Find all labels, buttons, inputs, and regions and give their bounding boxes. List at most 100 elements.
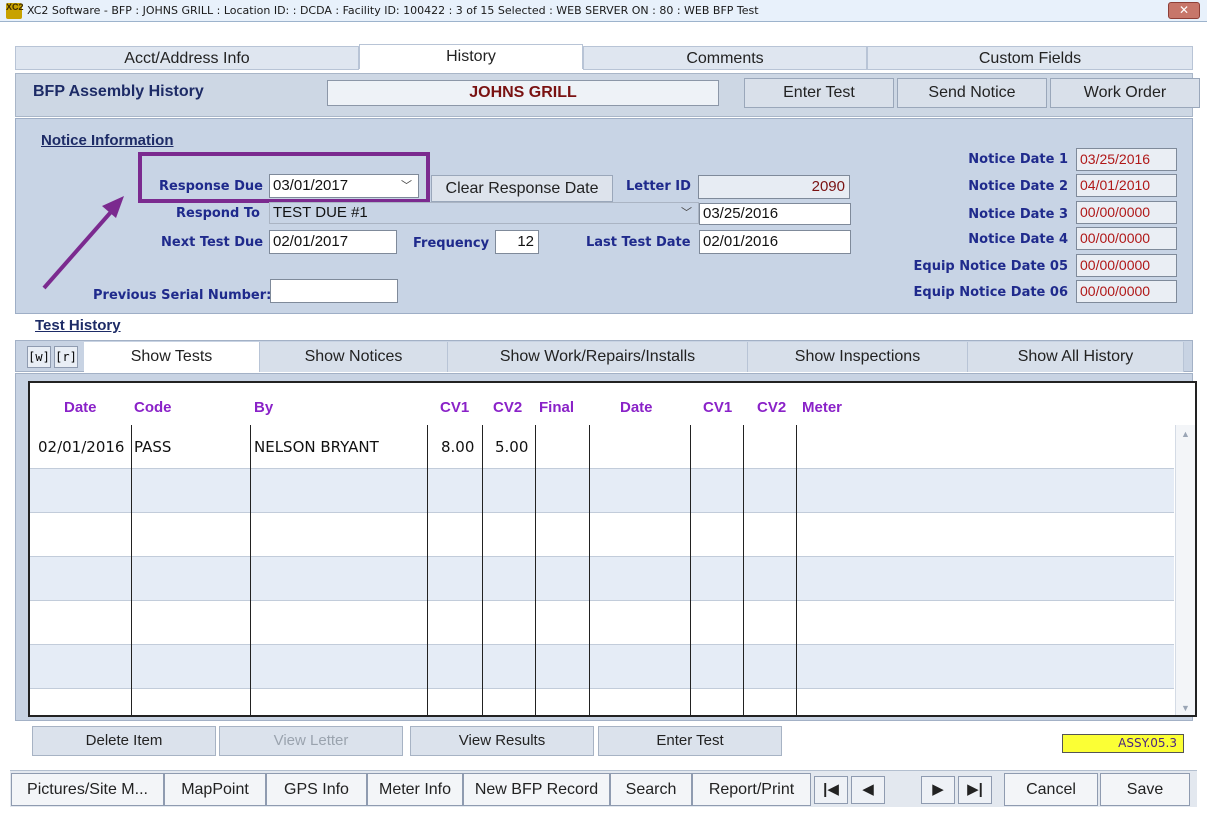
view-results-button[interactable]: View Results bbox=[410, 726, 594, 756]
save-button[interactable]: Save bbox=[1100, 773, 1190, 806]
table-row[interactable] bbox=[30, 469, 1174, 513]
col-header-cv1-2[interactable]: CV1 bbox=[703, 399, 732, 416]
equip-notice-date-05-label: Equip Notice Date 05 bbox=[913, 259, 1068, 274]
column-divider bbox=[482, 425, 483, 715]
table-row[interactable]: 02/01/2016 PASS NELSON BRYANT 8.00 5.00 bbox=[30, 425, 1174, 469]
r-toggle-button[interactable]: [r] bbox=[54, 346, 78, 368]
previous-record-icon[interactable]: ◀ bbox=[851, 776, 885, 804]
enter-test-button[interactable]: Enter Test bbox=[598, 726, 782, 756]
chevron-down-icon: ﹀ bbox=[681, 207, 692, 219]
test-history-title: Test History bbox=[35, 317, 121, 334]
customer-name-display: JOHNS GRILL bbox=[327, 80, 719, 106]
frequency-label: Frequency bbox=[413, 236, 490, 251]
cell-by: NELSON BRYANT bbox=[254, 438, 379, 456]
clear-response-date-button[interactable]: Clear Response Date bbox=[431, 175, 613, 202]
respond-to-label: Respond To bbox=[176, 206, 260, 221]
enter-test-header-button[interactable]: Enter Test bbox=[744, 78, 894, 108]
annotation-arrow-icon bbox=[42, 196, 124, 290]
col-header-final[interactable]: Final bbox=[539, 399, 574, 416]
send-notice-button[interactable]: Send Notice bbox=[897, 78, 1047, 108]
report-print-button[interactable]: Report/Print bbox=[692, 773, 811, 806]
subtab-show-notices[interactable]: Show Notices bbox=[260, 342, 448, 372]
window-title: XC2 Software - BFP : JOHNS GRILL : Locat… bbox=[27, 4, 759, 17]
last-test-date-label: Last Test Date bbox=[586, 235, 691, 250]
column-divider bbox=[427, 425, 428, 715]
cell-date: 02/01/2016 bbox=[38, 438, 125, 456]
notice-date-1-field: 03/25/2016 bbox=[1076, 148, 1177, 171]
search-button[interactable]: Search bbox=[610, 773, 692, 806]
subtab-show-tests[interactable]: Show Tests bbox=[84, 342, 260, 372]
table-row[interactable] bbox=[30, 689, 1174, 715]
test-history-grid[interactable]: Date Code By CV1 CV2 Final Date CV1 CV2 … bbox=[28, 381, 1197, 717]
col-header-by[interactable]: By bbox=[254, 399, 273, 416]
close-window-button[interactable]: ✕ bbox=[1168, 2, 1200, 19]
table-row[interactable] bbox=[30, 557, 1174, 601]
mappoint-button[interactable]: MapPoint bbox=[164, 773, 266, 806]
grid-header: Date Code By CV1 CV2 Final Date CV1 CV2 … bbox=[30, 383, 1195, 425]
equip-notice-date-05-field: 00/00/0000 bbox=[1076, 254, 1177, 277]
col-header-date[interactable]: Date bbox=[64, 399, 97, 416]
tab-comments[interactable]: Comments bbox=[583, 46, 867, 70]
assembly-code-badge: ASSY.05.3 bbox=[1062, 734, 1184, 753]
meter-info-button[interactable]: Meter Info bbox=[367, 773, 463, 806]
view-letter-button[interactable]: View Letter bbox=[219, 726, 403, 756]
table-row[interactable] bbox=[30, 601, 1174, 645]
frequency-field[interactable]: 12 bbox=[495, 230, 539, 254]
col-header-code[interactable]: Code bbox=[134, 399, 172, 416]
gps-info-button[interactable]: GPS Info bbox=[266, 773, 367, 806]
next-test-due-field[interactable]: 02/01/2017 bbox=[269, 230, 397, 254]
section-label: BFP Assembly History bbox=[33, 83, 204, 100]
pictures-site-map-button[interactable]: Pictures/Site M... bbox=[11, 773, 164, 806]
respond-to-date-field[interactable]: 03/25/2016 bbox=[699, 203, 851, 225]
w-toggle-button[interactable]: [w] bbox=[27, 346, 51, 368]
highlight-annotation-box bbox=[138, 152, 430, 203]
column-divider bbox=[690, 425, 691, 715]
new-bfp-record-button[interactable]: New BFP Record bbox=[463, 773, 610, 806]
col-header-cv1[interactable]: CV1 bbox=[440, 399, 469, 416]
equip-notice-date-06-field: 00/00/0000 bbox=[1076, 280, 1177, 303]
column-divider bbox=[131, 425, 132, 715]
next-test-due-label: Next Test Due bbox=[161, 235, 264, 250]
column-divider bbox=[250, 425, 251, 715]
previous-serial-field[interactable] bbox=[270, 279, 398, 303]
table-row[interactable] bbox=[30, 645, 1174, 689]
delete-item-button[interactable]: Delete Item bbox=[32, 726, 216, 756]
respond-to-dropdown[interactable]: TEST DUE #1 ﹀ bbox=[269, 202, 699, 224]
cell-cv1: 8.00 bbox=[441, 438, 475, 456]
col-header-date-2[interactable]: Date bbox=[620, 399, 653, 416]
cell-code: PASS bbox=[134, 438, 172, 456]
tab-custom-fields[interactable]: Custom Fields bbox=[867, 46, 1193, 70]
tab-acct-address-info[interactable]: Acct/Address Info bbox=[15, 46, 359, 70]
column-divider bbox=[796, 425, 797, 715]
tab-history[interactable]: History bbox=[359, 44, 583, 69]
column-divider bbox=[589, 425, 590, 715]
scroll-up-icon[interactable]: ▲ bbox=[1181, 429, 1190, 439]
work-order-button[interactable]: Work Order bbox=[1050, 78, 1200, 108]
grid-scrollbar[interactable]: ▲ ▼ bbox=[1175, 425, 1195, 715]
subtab-show-inspections[interactable]: Show Inspections bbox=[748, 342, 968, 372]
last-record-icon[interactable]: ▶| bbox=[958, 776, 992, 804]
notice-date-2-field: 04/01/2010 bbox=[1076, 174, 1177, 197]
notice-date-1-label: Notice Date 1 bbox=[968, 152, 1068, 167]
notice-date-4-label: Notice Date 4 bbox=[968, 232, 1068, 247]
cell-cv2: 5.00 bbox=[495, 438, 529, 456]
app-logo-icon: XC2 bbox=[6, 3, 24, 19]
column-divider bbox=[535, 425, 536, 715]
cancel-button[interactable]: Cancel bbox=[1004, 773, 1098, 806]
subtab-show-all-history[interactable]: Show All History bbox=[968, 342, 1184, 372]
column-divider bbox=[743, 425, 744, 715]
notice-date-2-label: Notice Date 2 bbox=[968, 179, 1068, 194]
first-record-icon[interactable]: |◀ bbox=[814, 776, 848, 804]
last-test-date-field[interactable]: 02/01/2016 bbox=[699, 230, 851, 254]
table-row[interactable] bbox=[30, 513, 1174, 557]
col-header-meter[interactable]: Meter bbox=[802, 399, 842, 416]
letter-id-label: Letter ID bbox=[626, 179, 691, 194]
col-header-cv2-2[interactable]: CV2 bbox=[757, 399, 786, 416]
col-header-cv2[interactable]: CV2 bbox=[493, 399, 522, 416]
scroll-down-icon[interactable]: ▼ bbox=[1181, 703, 1190, 713]
equip-notice-date-06-label: Equip Notice Date 06 bbox=[913, 285, 1068, 300]
next-record-icon[interactable]: ▶ bbox=[921, 776, 955, 804]
subtab-show-work-repairs-installs[interactable]: Show Work/Repairs/Installs bbox=[448, 342, 748, 372]
respond-to-value: TEST DUE #1 bbox=[273, 204, 368, 221]
letter-id-field: 2090 bbox=[698, 175, 850, 199]
